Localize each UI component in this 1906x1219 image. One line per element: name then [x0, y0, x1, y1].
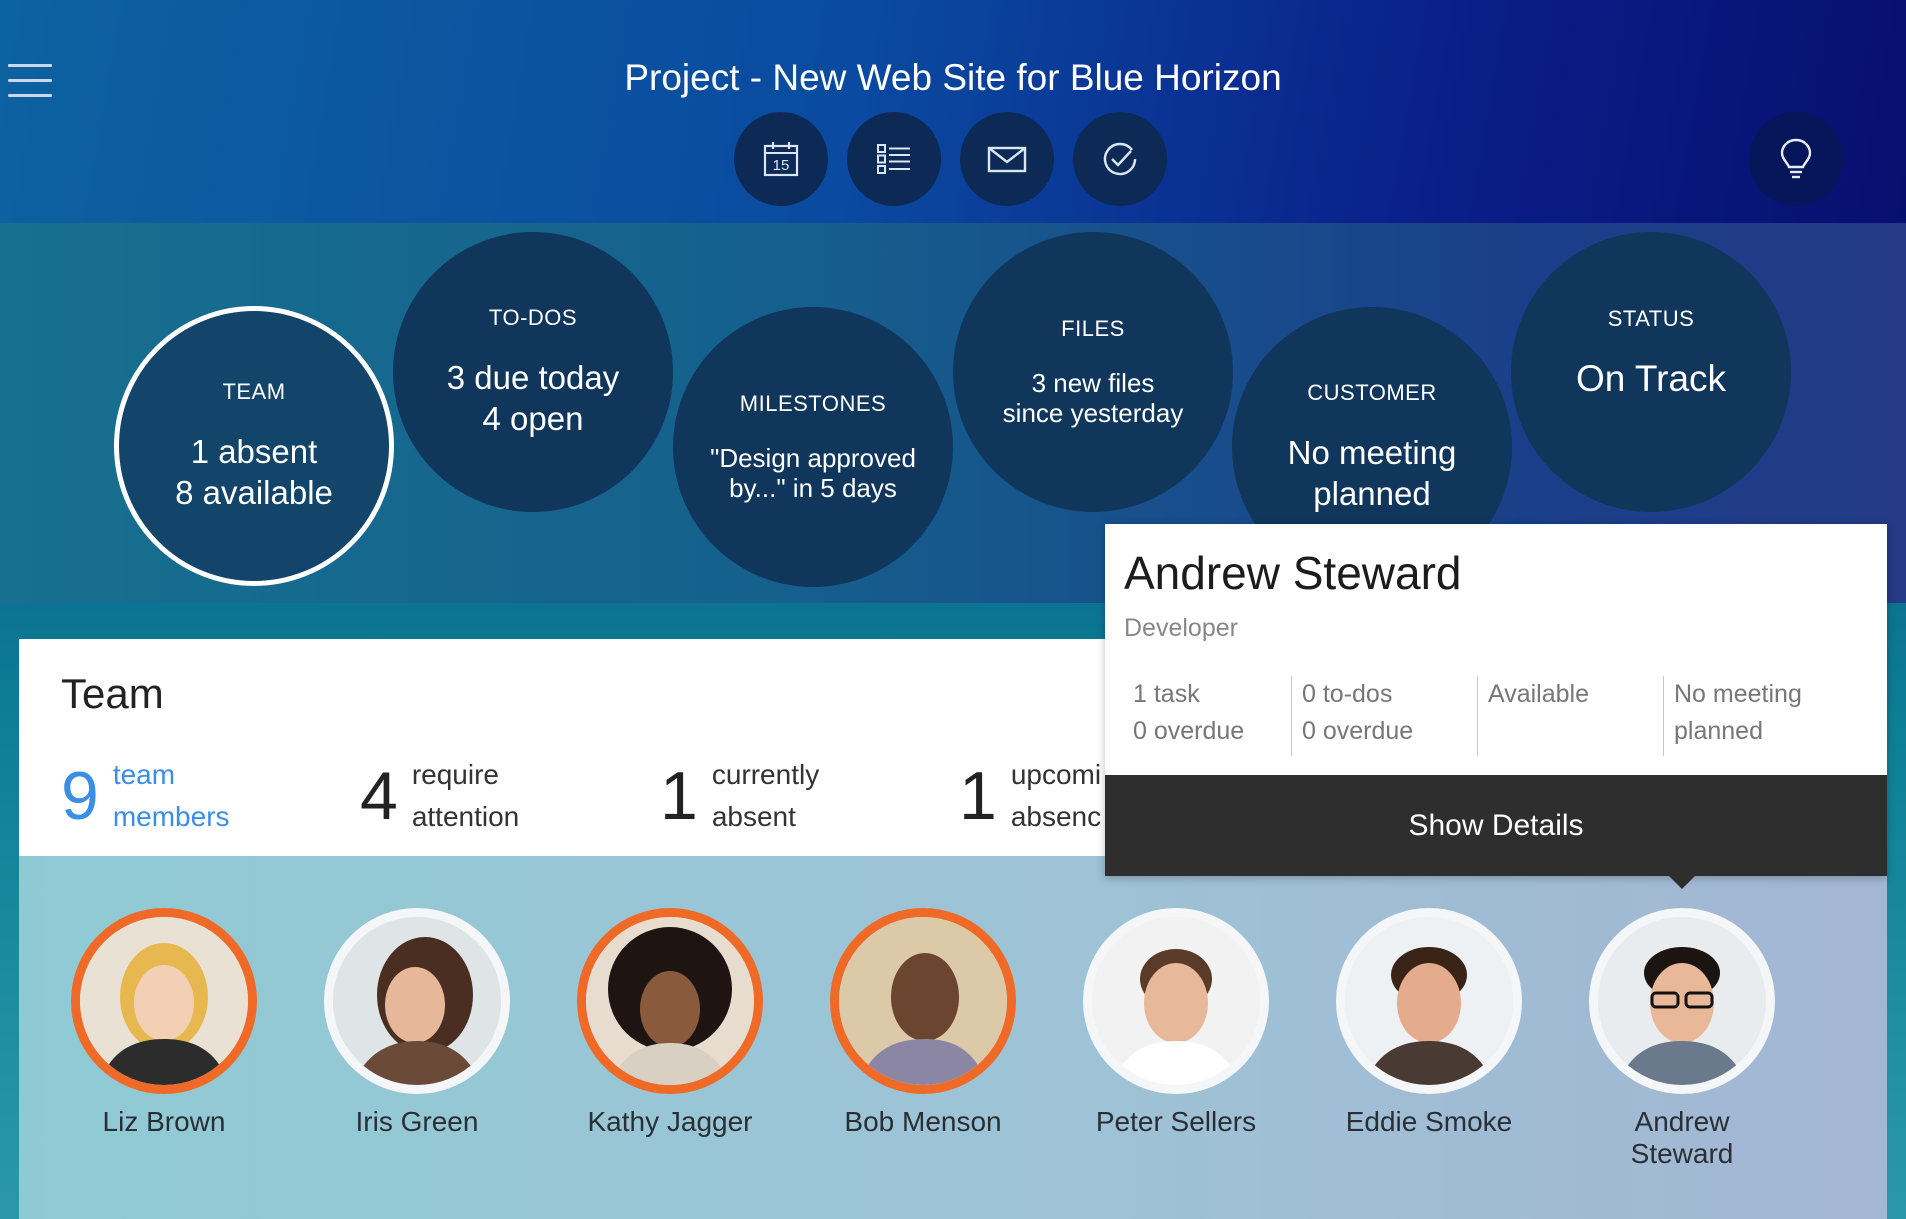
stat-text: members	[112, 801, 230, 832]
member-name: Iris Green	[355, 1106, 479, 1137]
popover-stats: 1 task 0 overdue 0 to-dos 0 overdue Availa…	[1105, 676, 1887, 756]
tile-label: CUSTOMER	[1307, 380, 1437, 405]
avatar	[324, 908, 510, 1094]
tile-label: FILES	[1061, 316, 1125, 341]
stat-upcoming-absences[interactable]: 1 upcomi absenc	[959, 754, 1101, 838]
member-peter-sellers[interactable]: Peter Sellers	[1076, 908, 1276, 1138]
team-members-list: Liz Brown Iris Green Kathy Jagger Bob Me…	[19, 856, 1887, 1219]
tasks-button[interactable]	[1073, 112, 1167, 206]
tile-value: since yesterday	[1002, 398, 1184, 428]
tile-label: TO-DOS	[488, 305, 578, 330]
show-details-button[interactable]: Show Details	[1105, 775, 1887, 876]
todos-tile[interactable]: TO-DOS 3 due today 4 open	[393, 232, 673, 512]
member-liz-brown[interactable]: Liz Brown	[64, 908, 264, 1138]
status-tile[interactable]: STATUS On Track	[1511, 232, 1791, 512]
tile-label: MILESTONES	[739, 391, 887, 416]
popover-role: Developer	[1124, 614, 1238, 642]
check-icon	[1103, 142, 1137, 176]
popover-name: Andrew Steward	[1124, 547, 1462, 599]
popover-stat-todos: 0 to-dos 0 overdue	[1291, 676, 1477, 756]
app-header: Project - New Web Site for Blue Horizon …	[0, 0, 1906, 223]
stat-number: 1	[959, 758, 997, 834]
member-eddie-smoke[interactable]: Eddie Smoke	[1329, 908, 1529, 1138]
mail-icon	[987, 146, 1027, 173]
avatar	[1589, 908, 1775, 1094]
team-tile[interactable]: TEAM 1 absent 8 available	[114, 306, 394, 586]
avatar	[1083, 908, 1269, 1094]
member-kathy-jagger[interactable]: Kathy Jagger	[570, 908, 770, 1138]
member-iris-green[interactable]: Iris Green	[317, 908, 517, 1138]
popover-stat-availability: Available	[1477, 676, 1663, 756]
stat-team-members[interactable]: 9 team members	[61, 754, 230, 838]
tile-value: 1 absent	[190, 433, 318, 470]
member-name: Peter Sellers	[1095, 1106, 1257, 1137]
avatar	[577, 908, 763, 1094]
stat-text: absent	[711, 801, 796, 832]
avatar	[1336, 908, 1522, 1094]
tile-value: 8 available	[175, 474, 333, 511]
avatar	[830, 908, 1016, 1094]
stat-text: absenc	[1010, 801, 1102, 832]
tile-value: 3 new files	[1031, 368, 1155, 398]
stat-number: 4	[360, 758, 398, 834]
milestones-tile[interactable]: MILESTONES "Design approved by..." in 5 …	[673, 307, 953, 587]
popover-stat-meeting: No meeting planned	[1663, 676, 1849, 756]
calendar-icon: 15	[763, 142, 799, 177]
stat-currently-absent[interactable]: 1 currently absent	[660, 754, 819, 838]
tile-value: 4 open	[482, 400, 584, 437]
tile-label: STATUS	[1607, 305, 1695, 331]
member-popover: Andrew Steward Developer 1 task 0 overdue…	[1105, 524, 1887, 876]
member-bob-menson[interactable]: Bob Menson	[823, 908, 1023, 1138]
stat-number: 9	[61, 758, 99, 834]
tile-value: 3 due today	[446, 359, 620, 396]
stat-text: attention	[411, 801, 520, 832]
stat-require-attention[interactable]: 4 require attention	[360, 754, 519, 838]
section-title: Team	[61, 670, 164, 717]
popover-stat-tasks: 1 task 0 overdue	[1133, 680, 1245, 745]
svg-text:15: 15	[773, 157, 790, 174]
popover-arrow	[1668, 875, 1696, 889]
member-name: Kathy Jagger	[587, 1106, 753, 1137]
stat-number: 1	[660, 758, 698, 834]
mail-button[interactable]	[960, 112, 1054, 206]
member-andrew-steward[interactable]: Andrew Steward	[1582, 908, 1782, 1170]
tile-value: "Design approved	[710, 443, 916, 473]
member-name: Liz Brown	[102, 1106, 226, 1137]
tile-value: by..." in 5 days	[729, 473, 897, 503]
member-name: Andrew Steward	[1630, 1106, 1734, 1169]
tile-label: TEAM	[222, 379, 286, 404]
stat-text: currently	[711, 759, 820, 790]
lightbulb-icon	[1780, 138, 1812, 179]
stat-text: team	[112, 759, 176, 790]
files-tile[interactable]: FILES 3 new files since yesterday	[953, 232, 1233, 512]
toolbar: 15	[734, 112, 1167, 206]
calendar-button[interactable]: 15	[734, 112, 828, 206]
list-icon	[877, 144, 910, 174]
avatar	[71, 908, 257, 1094]
ideas-button[interactable]	[1749, 112, 1843, 206]
tile-value: No meeting	[1287, 434, 1457, 471]
page-title: Project - New Web Site for Blue Horizon	[624, 57, 1282, 98]
list-button[interactable]	[847, 112, 941, 206]
stat-text: require	[411, 759, 499, 790]
stat-text: upcomi	[1010, 759, 1102, 790]
tile-value: planned	[1313, 475, 1431, 512]
member-name: Bob Menson	[844, 1106, 1002, 1137]
tile-value: On Track	[1575, 357, 1727, 399]
member-name: Eddie Smoke	[1345, 1106, 1513, 1137]
